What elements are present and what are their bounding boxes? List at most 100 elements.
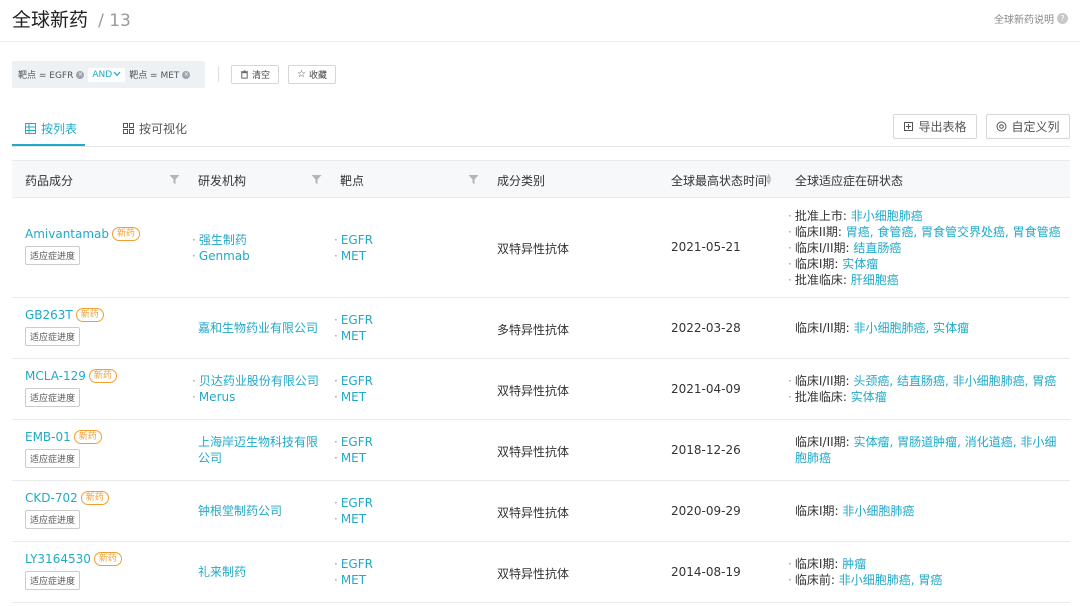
org-link[interactable]: Genmab — [199, 249, 250, 263]
target-link[interactable]: EGFR — [341, 313, 373, 327]
drug-name-link[interactable]: GB263T — [25, 308, 73, 322]
phase-label: 临床II期: — [794, 225, 842, 239]
indication-progress-button[interactable]: 适应症进度 — [25, 449, 81, 468]
drug-cell: LY3164530 新药 适应症进度 — [25, 552, 122, 590]
target-link[interactable]: EGFR — [341, 496, 373, 510]
status-cell: · 临床I期: 肿瘤 · 临床前: 非小细胞肺癌, 胃癌 — [788, 557, 943, 587]
org-cell: 嘉和生物药业有限公司 — [198, 320, 318, 336]
filter-icon[interactable] — [311, 174, 322, 185]
indication-progress-button[interactable]: 适应症进度 — [25, 571, 81, 590]
indication-link[interactable]: 结直肠癌 — [853, 241, 901, 255]
table-row: CKD-702 新药 适应症进度 钟根堂制药公司 · EGFR · MET 双特异性抗… — [12, 481, 1070, 542]
target-link[interactable]: MET — [341, 329, 366, 343]
table-row: MCLA-129 新药 适应症进度 · 贝达药业股份有限公司 · Merus · EGF… — [12, 359, 1070, 420]
indication-progress-button[interactable]: 适应症进度 — [25, 388, 81, 407]
operator-label: AND — [92, 69, 113, 80]
indication-progress-button[interactable]: 适应症进度 — [25, 510, 81, 529]
org-link[interactable]: 钟根堂制药公司 — [198, 504, 282, 518]
indication-link[interactable]: 头颈癌, 结直肠癌, 非小细胞肺癌, 胃癌 — [853, 374, 1056, 388]
tab-visual-label: 按可视化 — [139, 122, 188, 136]
indication-link[interactable]: 胃癌, 食管癌, 胃食管交界处癌, 胃食管癌 — [846, 225, 1061, 239]
tab-visual[interactable]: 按可视化 — [123, 120, 187, 137]
org-link[interactable]: Merus — [199, 390, 236, 404]
close-icon[interactable]: × — [182, 70, 191, 79]
indication-link[interactable]: 非小细胞肺癌 — [842, 504, 914, 518]
sort-icon[interactable]: ▲ ▼ — [766, 173, 771, 186]
help-link[interactable]: 全球新药说明 ? — [994, 11, 1068, 26]
drug-name-link[interactable]: LY3164530 — [25, 552, 91, 566]
tab-list[interactable]: 按列表 — [25, 120, 77, 137]
indication-link[interactable]: 非小细胞肺癌, 胃癌 — [839, 573, 943, 587]
filter-chip-egfr[interactable]: 靶点 = EGFR × — [18, 68, 85, 81]
status-cell: · 临床I/II期: 头颈癌, 结直肠癌, 非小细胞肺癌, 胃癌 · 批准临床: 实… — [788, 374, 1057, 404]
export-button[interactable]: 导出表格 — [893, 114, 977, 139]
target-link[interactable]: EGFR — [341, 233, 373, 247]
chevron-down-icon — [113, 71, 121, 76]
indication-progress-button[interactable]: 适应症进度 — [25, 246, 81, 265]
save-button[interactable]: ☆ 收藏 — [288, 65, 336, 84]
org-link[interactable]: 上海岸迈生物科技有限公司 — [198, 435, 318, 465]
new-drug-badge: 新药 — [112, 227, 141, 241]
export-icon — [904, 122, 914, 131]
title-separator: / — [98, 11, 104, 31]
phase-label: 批准临床: — [794, 273, 847, 287]
indication-link[interactable]: 肿瘤 — [842, 557, 866, 571]
org-cell: · 贝达药业股份有限公司 · Merus — [192, 374, 319, 404]
divider — [218, 66, 219, 82]
target-link[interactable]: EGFR — [341, 557, 373, 571]
target-link[interactable]: EGFR — [341, 374, 373, 388]
org-link[interactable]: 礼来制药 — [198, 565, 246, 579]
date-cell: 2018-12-26 — [671, 443, 741, 457]
filter-icon[interactable] — [468, 174, 479, 185]
drug-name-link[interactable]: MCLA-129 — [25, 369, 86, 383]
active-tab-indicator — [12, 144, 85, 146]
trash-icon — [240, 70, 249, 79]
indication-link[interactable]: 非小细胞肺癌, 实体瘤 — [854, 321, 970, 335]
target-link[interactable]: MET — [341, 512, 366, 526]
target-link[interactable]: MET — [341, 390, 366, 404]
target-cell: · EGFR · MET — [334, 233, 373, 263]
target-link[interactable]: MET — [341, 573, 366, 587]
indication-link[interactable]: 实体瘤 — [842, 257, 878, 271]
target-link[interactable]: EGFR — [341, 435, 373, 449]
target-cell: · EGFR · MET — [334, 496, 373, 526]
column-header-type: 成分类别 — [497, 174, 546, 188]
indication-link[interactable]: 非小细胞肺癌 — [851, 209, 923, 223]
target-cell: · EGFR · MET — [334, 313, 373, 343]
close-icon[interactable]: × — [76, 70, 85, 79]
indication-link[interactable]: 肝细胞癌 — [851, 273, 899, 287]
drug-name-link[interactable]: CKD-702 — [25, 491, 78, 505]
operator-select[interactable]: AND — [88, 67, 126, 82]
clear-button[interactable]: 清空 — [231, 65, 279, 84]
status-cell: · 批准上市: 非小细胞肺癌 · 临床II期: 胃癌, 食管癌, 胃食管交界处癌, … — [788, 209, 1061, 287]
column-header-org: 研发机构 — [198, 174, 247, 188]
gear-icon — [996, 121, 1007, 132]
filter-icon[interactable] — [169, 174, 180, 185]
filter-chip-met[interactable]: 靶点 = MET × — [129, 68, 191, 81]
status-cell: 临床I期: 非小细胞肺癌 — [795, 503, 1071, 519]
column-header-date[interactable]: 全球最高状态时间 — [671, 172, 767, 189]
status-cell: 临床I/II期: 非小细胞肺癌, 实体瘤 — [795, 320, 1071, 336]
type-cell: 多特异性抗体 — [497, 323, 570, 337]
indication-link[interactable]: 实体瘤 — [851, 390, 887, 404]
drug-cell: MCLA-129 新药 适应症进度 — [25, 369, 117, 407]
indication-progress-button[interactable]: 适应症进度 — [25, 327, 81, 346]
drug-name-link[interactable]: Amivantamab — [25, 227, 109, 241]
phase-label: 批准临床: — [794, 390, 847, 404]
custom-columns-button[interactable]: 自定义列 — [986, 114, 1070, 139]
table-icon — [25, 123, 36, 134]
drug-name-link[interactable]: EMB-01 — [25, 430, 71, 444]
org-link[interactable]: 强生制药 — [199, 233, 247, 247]
org-link[interactable]: 贝达药业股份有限公司 — [199, 374, 319, 388]
target-link[interactable]: MET — [341, 249, 366, 263]
filter-chip-label: 靶点 = EGFR — [18, 71, 74, 81]
org-cell: 上海岸迈生物科技有限公司 — [198, 434, 318, 466]
org-link[interactable]: 嘉和生物药业有限公司 — [198, 321, 318, 335]
status-cell: 临床I/II期: 实体瘤, 胃肠道肿瘤, 消化道癌, 非小细胞肺癌 — [795, 434, 1065, 466]
target-link[interactable]: MET — [341, 451, 366, 465]
column-header-drug: 药品成分 — [25, 174, 74, 188]
phase-label: 临床I/II期: — [795, 435, 850, 449]
date-cell: 2021-04-09 — [671, 382, 741, 396]
star-icon: ☆ — [297, 69, 306, 80]
new-drug-badge: 新药 — [93, 552, 122, 566]
